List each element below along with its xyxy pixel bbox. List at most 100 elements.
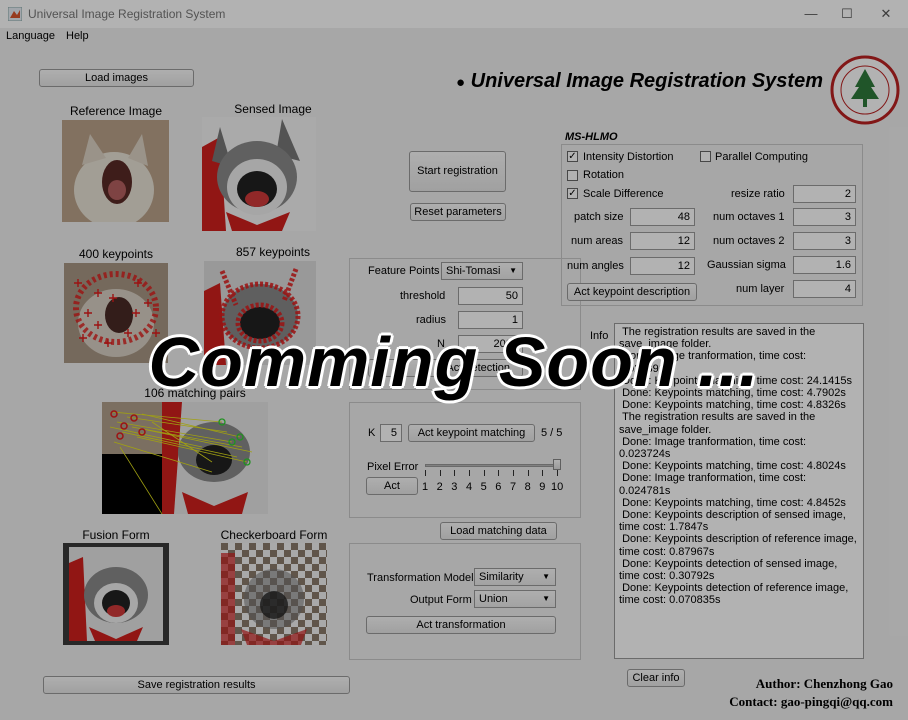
parallel-computing-label: Parallel Computing <box>715 151 808 163</box>
act-keypoint-description-button[interactable]: Act keypoint description <box>567 283 697 301</box>
k-field[interactable]: 5 <box>380 424 402 442</box>
gaussian-sigma-field[interactable]: 1.6 <box>793 256 856 274</box>
close-button[interactable]: ✕ <box>876 6 896 22</box>
act-transformation-button[interactable]: Act transformation <box>366 616 556 634</box>
slider-tick <box>469 470 470 476</box>
menu-language[interactable]: Language <box>6 30 55 42</box>
slider-tick-label: 6 <box>495 481 502 493</box>
slider-tick-label: 3 <box>451 481 458 493</box>
matlab-icon <box>8 7 22 21</box>
output-form-select[interactable]: Union ▼ <box>474 590 556 608</box>
title-bar: Universal Image Registration System — ☐ … <box>0 0 908 28</box>
slider-tick-label: 8 <box>524 481 531 493</box>
num-areas-label: num areas <box>571 235 623 247</box>
clear-info-button[interactable]: Clear info <box>627 669 685 687</box>
fusion-form-caption: Fusion Form <box>82 528 150 542</box>
transformation-model-select[interactable]: Similarity ▼ <box>474 568 556 586</box>
slider-tick-label: 5 <box>480 481 487 493</box>
reset-parameters-button[interactable]: Reset parameters <box>410 203 506 221</box>
slider-tick <box>425 470 426 476</box>
slider-tick-label: 9 <box>539 481 546 493</box>
feature-points-value: Shi-Tomasi <box>446 265 501 277</box>
checkerboard-form-caption: Checkerboard Form <box>220 528 328 542</box>
slider-thumb[interactable] <box>553 459 561 470</box>
num-areas-field[interactable]: 12 <box>630 232 695 250</box>
slider-tick <box>542 470 544 476</box>
header-bullet: ● <box>456 74 466 91</box>
reference-image-caption: Reference Image <box>69 104 163 118</box>
university-logo-icon <box>830 55 900 125</box>
parallel-computing-checkbox[interactable] <box>700 151 711 162</box>
info-line: Done: Image tranformation, time cost: 0.… <box>619 435 810 461</box>
act-button[interactable]: Act <box>366 477 418 495</box>
info-line: Done: Keypoints detection of sensed imag… <box>619 557 841 583</box>
start-registration-button[interactable]: Start registration <box>409 151 506 192</box>
sensed-image <box>202 117 316 231</box>
menu-help[interactable]: Help <box>66 30 89 42</box>
slider-tick <box>527 470 529 476</box>
transformation-model-value: Similarity <box>479 571 524 583</box>
feature-points-select[interactable]: Shi-Tomasi ▼ <box>441 262 523 280</box>
num-octaves-1-label: num octaves 1 <box>713 211 785 223</box>
fusion-form-image <box>63 543 169 645</box>
info-line: Done: Keypoints matching, time cost: 4.8… <box>619 496 846 509</box>
matching-panel <box>349 402 581 518</box>
info-line: Done: Keypoints description of sensed im… <box>619 509 849 534</box>
num-angles-field[interactable]: 12 <box>630 257 695 275</box>
num-angles-label: num angles <box>567 260 624 272</box>
matching-pairs-image <box>102 402 268 514</box>
info-line: The registration results are saved in th… <box>619 411 819 436</box>
num-layer-field[interactable]: 4 <box>793 280 856 298</box>
slider-tick-label: 7 <box>509 481 517 493</box>
threshold-label: threshold <box>400 290 446 302</box>
intensity-distortion-label: Intensity Distortion <box>583 151 674 163</box>
sensed-keypoints-caption: 857 keypoints <box>235 245 311 259</box>
mshlmo-title: MS-HLMO <box>565 131 618 143</box>
slider-tick <box>483 470 485 476</box>
coming-soon-banner: Comming Soon ... <box>148 323 760 401</box>
num-layer-label: num layer <box>736 283 785 295</box>
author-text: Author: Chenzhong Gao <box>755 676 893 691</box>
slider-tick <box>557 470 558 476</box>
maximize-button[interactable]: ☐ <box>837 6 857 22</box>
reference-keypoints-caption: 400 keypoints <box>78 247 154 261</box>
scale-difference-label: Scale Difference <box>583 188 664 200</box>
load-images-button[interactable]: Load images <box>39 69 194 87</box>
num-octaves-1-field[interactable]: 3 <box>793 208 856 226</box>
minimize-button[interactable]: — <box>801 6 821 21</box>
slider-tick-label: 1 <box>421 481 429 493</box>
pixel-error-label: Pixel Error <box>367 461 419 473</box>
slider-tick-label: 10 <box>551 481 564 493</box>
patch-size-field[interactable]: 48 <box>630 208 695 226</box>
contact-text: Contact: gao-pingqi@qq.com <box>729 694 893 709</box>
feature-points-label: Feature Points <box>368 265 440 277</box>
info-line: Done: Keypoints description of reference… <box>619 533 860 558</box>
info-line: Done: Image tranformation, time cost: 0.… <box>619 472 810 497</box>
num-octaves-2-label: num octaves 2 <box>713 235 785 247</box>
reference-image <box>62 120 169 222</box>
threshold-field[interactable]: 50 <box>458 287 523 305</box>
matching-progress: 5 / 5 <box>541 427 563 439</box>
slider-tick-label: 4 <box>465 481 473 493</box>
num-octaves-2-field[interactable]: 3 <box>793 232 856 250</box>
slider-tick <box>498 470 500 476</box>
gaussian-sigma-label: Gaussian sigma <box>707 259 786 271</box>
output-form-value: Union <box>479 593 508 605</box>
save-registration-results-button[interactable]: Save registration results <box>43 676 350 694</box>
act-keypoint-matching-button[interactable]: Act keypoint matching <box>408 424 535 442</box>
chevron-down-icon: ▼ <box>542 594 550 603</box>
sensed-image-caption: Sensed Image <box>234 102 312 116</box>
chevron-down-icon: ▼ <box>542 572 550 581</box>
resize-ratio-field[interactable]: 2 <box>793 185 856 203</box>
scale-difference-checkbox[interactable]: ✓ <box>567 188 578 199</box>
load-matching-data-button[interactable]: Load matching data <box>440 522 557 540</box>
window-title: Universal Image Registration System <box>28 7 226 21</box>
rotation-checkbox[interactable] <box>567 170 578 181</box>
info-line: Done: Keypoints matching, time cost: 4.8… <box>619 460 846 473</box>
pixel-error-slider[interactable] <box>425 464 559 467</box>
rotation-label: Rotation <box>583 169 624 181</box>
intensity-distortion-checkbox[interactable]: ✓ <box>567 151 578 162</box>
slider-tick-label: 2 <box>436 481 443 493</box>
slider-tick <box>513 470 514 476</box>
output-form-label: Output Form <box>410 594 472 606</box>
